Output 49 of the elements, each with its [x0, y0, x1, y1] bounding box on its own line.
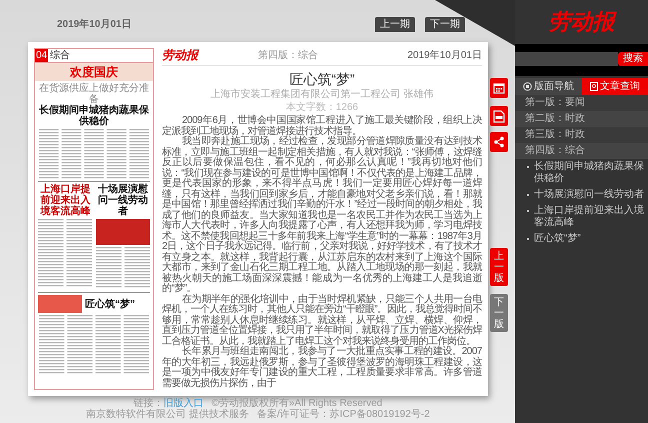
banner-image-placeholder — [38, 295, 82, 313]
sidebar-tab[interactable]: 版面导航 — [515, 78, 582, 95]
page-list-item[interactable]: 第四版：综合 — [515, 143, 648, 159]
story-headline: 上海口岸提前迎来出入境客流高峰 — [39, 184, 92, 217]
issue-date: 2019年10月01日 — [57, 18, 132, 32]
page-nav-button[interactable]: 上一版 — [490, 248, 508, 286]
story-headline: 十场展演慰问一线劳动者 — [96, 184, 149, 217]
page-list-item[interactable]: 第二版：时政 — [515, 111, 648, 127]
article-link[interactable]: 匠心筑“梦” — [534, 233, 581, 245]
page-nav-button[interactable]: 下一版 — [490, 294, 508, 332]
section-name: 综合 — [50, 49, 70, 62]
footer-text: 南京数特软件有限公司 提供技术服务 — [86, 409, 249, 420]
search-field[interactable] — [515, 52, 618, 66]
page-list-item[interactable]: 第三版：时政 — [515, 127, 648, 143]
search-button[interactable]: 搜索 — [618, 52, 648, 66]
text-lines-drawing — [38, 219, 92, 289]
article-link[interactable]: 上海口岸提前迎来出入境客流高峰 — [534, 205, 646, 229]
story-kicker: 在货源供应上做好充分准备 — [38, 83, 150, 105]
article-link[interactable]: 长假期间申城猪肉蔬果保供稳价 — [534, 161, 646, 185]
story-headline: 匠心筑“梦” — [85, 298, 135, 310]
page-list-item[interactable]: 第一版：要闻 — [515, 95, 648, 111]
article-link[interactable]: 十场展演慰问一线劳动者 — [534, 189, 644, 201]
article-author: 上海市安装工程集团有限公司第一工程公司 张雄伟 — [210, 89, 434, 101]
copyright-text: ©劳动报版权所有»All Rights Reserved — [212, 398, 382, 409]
newspaper-page[interactable]: 04 综合 欢度国庆 在货源供应上做好充分准备 长假期间申城猪肉蔬果保供稳价 上海口岸提前迎来出入境客流高峰 十场展演慰问一线劳动者 匠心筑“梦” — [34, 48, 154, 390]
pdf-icon[interactable] — [490, 106, 508, 126]
issue-nav-button[interactable]: 下一期 — [425, 16, 465, 32]
article-title: 匠心筑“梦” — [288, 71, 356, 87]
holiday-banner: 欢度国庆 — [35, 63, 153, 81]
document-search-icon — [590, 82, 598, 91]
article-paragraph: 我当即奔赴施工现场，经过检查，发现部分管道焊隙质量没有达到技术标准，立即与施工班组一起制定相关措施，有人就对我说：“张师傅，这焊缝反正以后要做保温包住，看不见的，何必那么认真呢！”我再切地对他们说：“我们现在参与建设的可是世博中国馆啊！不仅代表的是上海建工品牌，更是代表国家的形象，来不得半点马虎！我们一定要用匠心焊好每一道焊缝，只有这样，当我们回到家乡后，才能自豪地对父老乡亲们说，看！那就是中国馆！那里曾经挥洒过我们辛勤的汗水！”经过一段时间的朝夕相处，我成了他们的良师益友。当大家知道我也是一名农民工并作为农民工当选为上海市人大代表时，许多人向我提露了心声，有人还想拜我为师，学习电焊技术。这不禁使我回想起三十多年前我来上海“学生意”时的一幕幕：1987年3月2日，这个日子我永远记得。临行前，父亲对我说，好好学技术，有了技术才有立身之本。就这样，我背起行囊，从江苏启东的农村来到了上海这个国际大都市，来到了金山石化三期工程工地。从踏入工地现场的那一刻起，我就被热火朝天的施工场面深深震撼！能成为一名优秀的上海建工人是我追逝的“梦”。 — [162, 137, 482, 294]
link-label: 链接： — [134, 398, 164, 409]
article-paragraph: 在为期半年的强化培训中，由于当时焊机紧缺，只能三个人共用一台电焊机，一个人在练习时，其他人只能在旁边“干瞪眼”。因此，我总觉得时间不够用，常常趁别人休息时继续练习。就这样，从平焊、立焊、横焊、仰焊，直到压力管道全位置焊接，我只用了半年时间，就取得了压力管道X光探伤焊工合格证书。从此，我就踏上了电焊工这个对我来说终身受用的工作岗位。 — [162, 294, 482, 346]
section-number: 04 — [35, 49, 48, 62]
article-paragraph: 2009年6月，世博会中国国家馆工程进入了施工最关键阶段，组织上决定派我到工地现场，对管道焊接进行技术指导。 — [162, 116, 482, 136]
article-paragraph: 长年累月与班组走南闯北，我参与了一大批重点实事工程的建设。2007年的大年初三，我远赴俄罗斯，参与了圣彼得堡波罗的海明珠工程建设，这是一项为中俄友好年专门建设的重大工程，工程质量要求非常高。许多管道需要做无损伤片探伤，由于 — [162, 347, 482, 389]
share-icon[interactable] — [490, 132, 508, 152]
paper-logo: 劳动报 — [162, 47, 198, 64]
circle-icon — [522, 82, 532, 91]
calendar-icon[interactable] — [490, 78, 508, 98]
page-label: 第四版：综合 — [258, 48, 318, 62]
sidebar-tab[interactable]: 文章查询 — [582, 78, 648, 95]
text-lines-drawing — [96, 247, 150, 289]
word-count: 本文字数：1266 — [284, 102, 360, 113]
photo-placeholder — [96, 219, 150, 245]
story-headline: 长假期间申城猪肉蔬果保供稳价 — [38, 105, 150, 127]
footer-text: 备案/许可证号：苏ICP备08019192号-2 — [256, 409, 430, 420]
article-date: 2019年10月01日 — [408, 48, 482, 62]
issue-nav-button[interactable]: 上一期 — [375, 16, 415, 32]
